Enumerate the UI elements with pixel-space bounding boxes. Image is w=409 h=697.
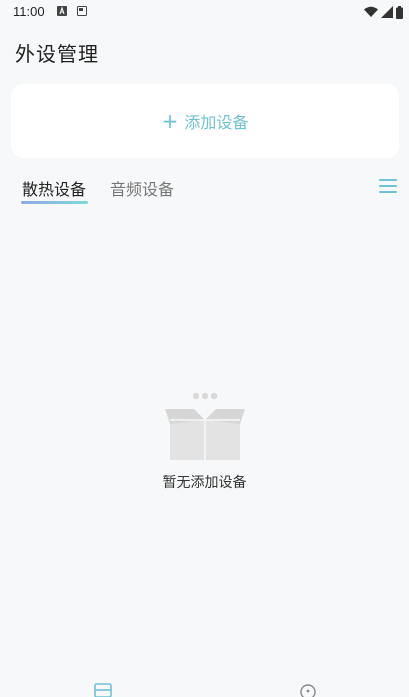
wifi-icon [364,6,378,17]
empty-state-text: 暂无添加设备 [162,475,247,491]
plus-icon: + [161,109,179,133]
signal-icon [381,6,393,18]
device-tabs: 散热设备 音频设备 [0,172,409,208]
tab-audio-devices[interactable]: 音频设备 [110,176,174,200]
page-title: 外设管理 [15,42,99,66]
active-tab-indicator [21,201,88,204]
status-time: 11:00 [13,4,45,19]
empty-box-icon [165,392,245,460]
status-icons [364,5,403,19]
add-device-button[interactable]: + 添加设备 [11,84,399,158]
battery-icon [396,5,403,19]
a-notification-icon [57,6,67,16]
media-notification-icon [77,6,87,16]
bottom-nav [0,680,409,697]
tab-cooling-devices[interactable]: 散热设备 [22,176,86,200]
menu-icon[interactable] [379,179,397,194]
status-bar: 11:00 [0,0,409,24]
add-device-label: 添加设备 [184,113,249,132]
